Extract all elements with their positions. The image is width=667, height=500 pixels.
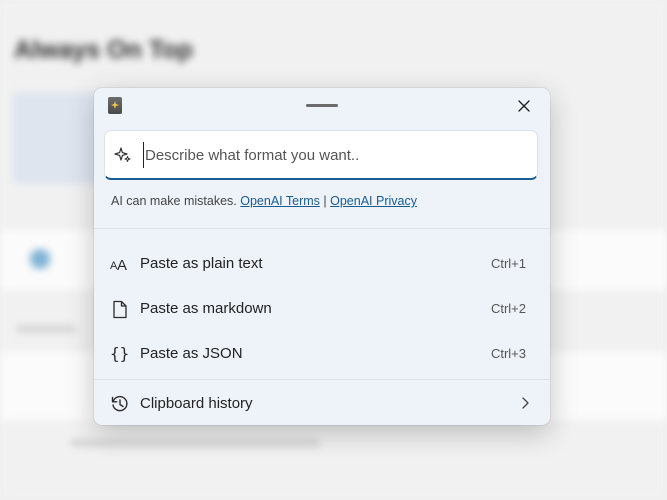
ai-disclaimer: AI can make mistakes. OpenAI Terms | Ope…	[111, 194, 417, 208]
menu-item-shortcut: Ctrl+3	[490, 346, 526, 361]
link-separator: |	[323, 194, 327, 208]
history-icon	[110, 394, 130, 414]
prompt-input[interactable]	[143, 142, 525, 168]
chevron-right-icon	[522, 397, 529, 409]
menu-item-label: Paste as plain text	[140, 255, 263, 272]
openai-terms-link[interactable]: OpenAI Terms	[240, 194, 320, 208]
disclaimer-text: AI can make mistakes.	[111, 194, 237, 208]
background-app-title: Always On Top	[14, 36, 193, 64]
font-size-icon: A A	[110, 254, 130, 274]
paste-plain-text-item[interactable]: A A Paste as plain text Ctrl+1	[94, 244, 550, 284]
close-button[interactable]	[512, 94, 536, 118]
app-icon	[108, 97, 122, 114]
svg-text:{}: {}	[110, 344, 129, 363]
divider	[94, 228, 550, 229]
svg-text:A: A	[117, 257, 127, 273]
close-icon	[518, 100, 530, 112]
divider	[94, 379, 550, 380]
document-icon	[110, 299, 130, 319]
drag-handle[interactable]	[306, 104, 338, 107]
menu-item-shortcut: Ctrl+2	[490, 301, 526, 316]
panel-title-bar[interactable]	[94, 88, 550, 124]
advanced-paste-panel: AI can make mistakes. OpenAI Terms | Ope…	[94, 88, 550, 425]
paste-json-item[interactable]: {} Paste as JSON Ctrl+3	[94, 334, 550, 374]
openai-privacy-link[interactable]: OpenAI Privacy	[330, 194, 417, 208]
prompt-input-container[interactable]	[104, 130, 538, 180]
paste-markdown-item[interactable]: Paste as markdown Ctrl+2	[94, 289, 550, 329]
menu-item-label: Paste as markdown	[140, 300, 272, 317]
braces-icon: {}	[110, 344, 130, 364]
menu-item-shortcut: Ctrl+1	[490, 256, 526, 271]
menu-item-label: Clipboard history	[140, 395, 253, 412]
background-status-icon	[30, 249, 50, 269]
sparkle-icon	[114, 147, 131, 162]
menu-item-label: Paste as JSON	[140, 345, 243, 362]
background-text-line	[16, 326, 76, 332]
clipboard-history-item[interactable]: Clipboard history	[94, 384, 550, 424]
background-text-line	[70, 440, 320, 446]
